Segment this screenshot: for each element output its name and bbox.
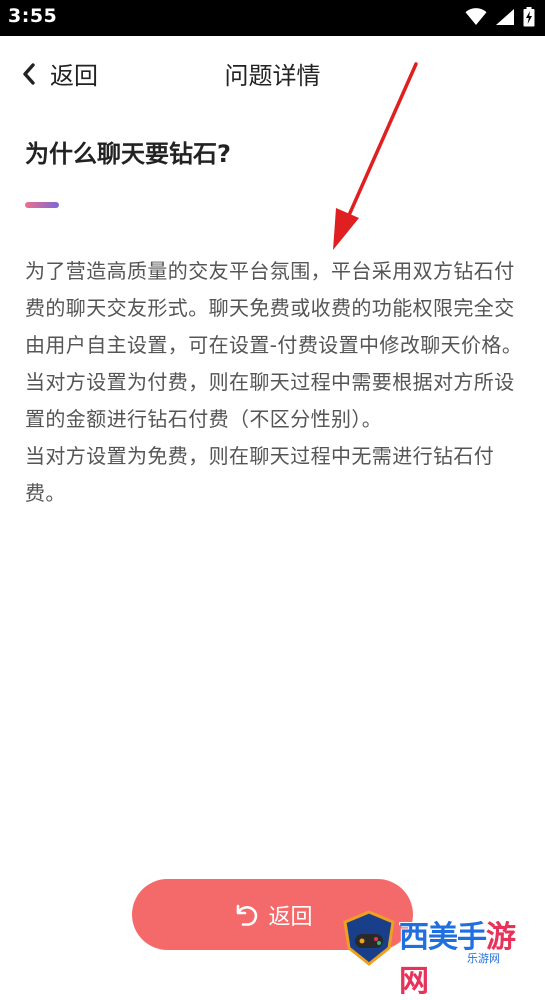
wifi-icon: [465, 8, 487, 25]
status-time: 3:55: [8, 5, 58, 27]
status-bar: 3:55: [0, 0, 545, 36]
bottom-back-button[interactable]: 返回: [132, 879, 413, 950]
chevron-left-icon: [23, 62, 35, 85]
battery-charging-icon: [523, 7, 535, 27]
undo-arrow-icon: [237, 904, 258, 926]
signal-icon: [496, 9, 514, 25]
answer-paragraph: 为了营造高质量的交友平台氛围，平台采用双方钻石付费的聊天交友形式。聊天免费或收费…: [25, 259, 523, 357]
watermark-text-part1: 西美手: [399, 920, 487, 955]
status-icons: [465, 7, 535, 27]
question-title: 为什么聊天要钻石?: [25, 140, 231, 168]
back-link[interactable]: 返回: [22, 56, 98, 91]
watermark-text: 西美手游网: [399, 912, 541, 1000]
watermark-text-part2: 游网: [399, 920, 516, 999]
answer-paragraph: 当对方设置为免费，则在聊天过程中无需进行钻石付费。: [25, 444, 495, 505]
answer-content: 为了营造高质量的交友平台氛围，平台采用双方钻石付费的聊天交友形式。聊天免费或收费…: [25, 253, 525, 512]
back-label: 返回: [50, 62, 98, 90]
title-accent-bar: [25, 202, 59, 208]
bottom-back-label: 返回: [268, 904, 313, 930]
watermark-subtext: 乐游网: [467, 952, 500, 965]
answer-paragraph: 当对方设置为付费，则在聊天过程中需要根据对方所设置的金额进行钻石付费（不区分性别…: [25, 370, 515, 431]
nav-bar: 返回 问题详情: [0, 36, 545, 110]
